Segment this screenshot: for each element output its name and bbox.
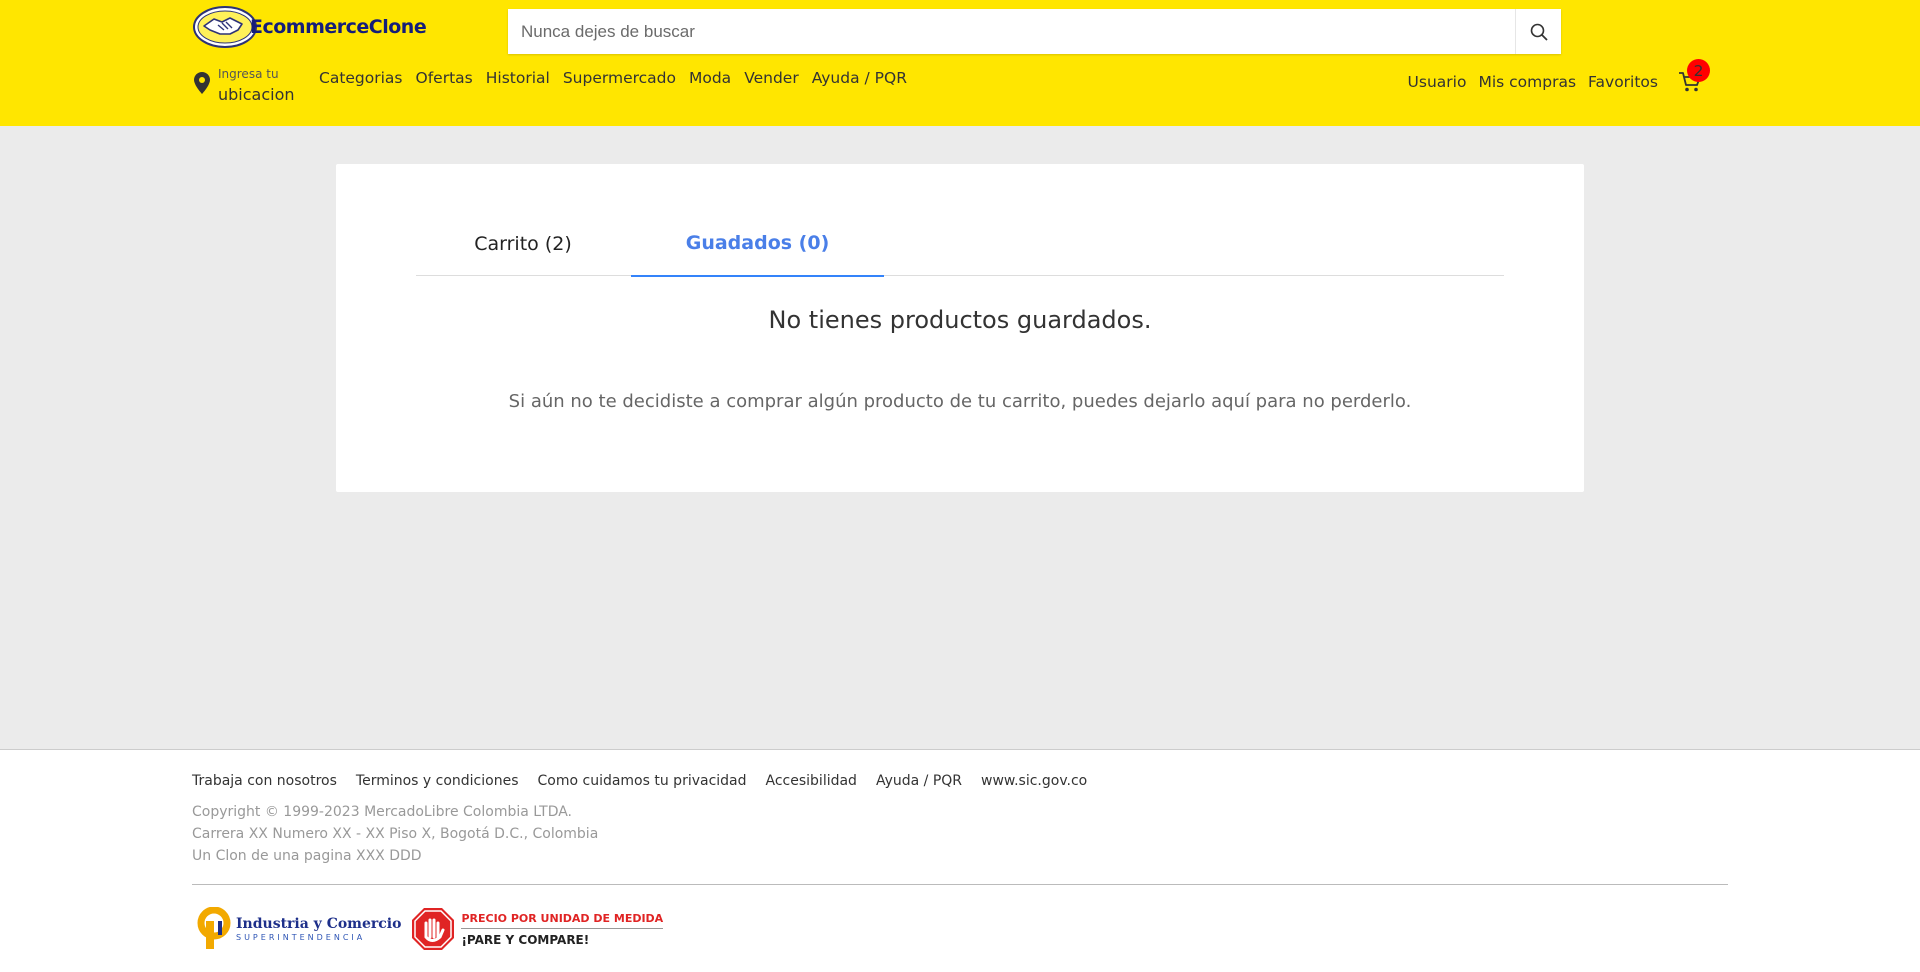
footer-copyright: Copyright © 1999-2023 MercadoLibre Colom… bbox=[192, 804, 573, 820]
nav-vender[interactable]: Vender bbox=[744, 69, 799, 87]
ppum-subtitle: ¡PARE Y COMPARE! bbox=[461, 932, 590, 947]
precio-unidad-badge[interactable]: PRECIO POR UNIDAD DE MEDIDA ¡PARE Y COMP… bbox=[411, 907, 664, 951]
footer-link-ayuda[interactable]: Ayuda / PQR bbox=[876, 773, 962, 789]
brand-logo[interactable]: EcommerceClone bbox=[192, 4, 427, 50]
search-button[interactable] bbox=[1515, 9, 1561, 54]
empty-state-title: No tienes productos guardados. bbox=[768, 306, 1152, 334]
footer-divider bbox=[192, 884, 1728, 885]
footer-link-privacidad[interactable]: Como cuidamos tu privacidad bbox=[538, 773, 747, 789]
stop-hand-icon bbox=[412, 908, 455, 950]
location-pin-icon bbox=[194, 72, 210, 94]
location-label-small: Ingresa tu bbox=[218, 67, 279, 81]
footer-badges: Industria y Comercio SUPERINTENDENCIA PR… bbox=[196, 907, 664, 951]
tab-carrito[interactable]: Carrito (2) bbox=[416, 211, 630, 276]
nav-ofertas[interactable]: Ofertas bbox=[416, 69, 473, 87]
footer-info: Copyright © 1999-2023 MercadoLibre Colom… bbox=[192, 801, 598, 867]
tab-guardados[interactable]: Guadados (0) bbox=[631, 211, 884, 277]
footer-link-sic[interactable]: www.sic.gov.co bbox=[981, 773, 1087, 789]
footer-link-accesibilidad[interactable]: Accesibilidad bbox=[766, 773, 857, 789]
page-footer: Trabaja con nosotros Terminos y condicio… bbox=[0, 749, 1920, 972]
sic-badge[interactable]: Industria y Comercio SUPERINTENDENCIA bbox=[196, 907, 401, 951]
nav-categorias[interactable]: Categorias bbox=[319, 69, 403, 87]
nav-favoritos[interactable]: Favoritos bbox=[1588, 73, 1658, 91]
nav-moda[interactable]: Moda bbox=[689, 69, 731, 87]
top-header: EcommerceClone Ingresa tu ubicacion Cate… bbox=[0, 0, 1920, 126]
search-icon bbox=[1530, 23, 1548, 41]
sic-title: Industria y Comercio bbox=[236, 915, 402, 932]
nav-ayuda[interactable]: Ayuda / PQR bbox=[812, 69, 907, 87]
search-bar bbox=[508, 9, 1561, 54]
location-label: ubicacion bbox=[218, 85, 295, 104]
cart-count-badge: 2 bbox=[1687, 59, 1710, 82]
footer-address: Carrera XX Numero XX - XX Piso X, Bogotá… bbox=[192, 826, 599, 842]
footer-links: Trabaja con nosotros Terminos y condicio… bbox=[192, 773, 1087, 789]
user-nav: Usuario Mis compras Favoritos 2 bbox=[1408, 59, 1710, 95]
nav-historial[interactable]: Historial bbox=[486, 69, 550, 87]
nav-usuario[interactable]: Usuario bbox=[1408, 73, 1467, 91]
footer-link-terminos[interactable]: Terminos y condiciones bbox=[356, 773, 519, 789]
main-nav: Categorias Ofertas Historial Supermercad… bbox=[319, 69, 907, 87]
empty-state-description: Si aún no te decidiste a comprar algún p… bbox=[508, 391, 1412, 412]
saved-products-card: Carrito (2) Guadados (0) No tienes produ… bbox=[336, 164, 1584, 492]
cart-tabs: Carrito (2) Guadados (0) bbox=[416, 211, 1504, 277]
ppum-title: PRECIO POR UNIDAD DE MEDIDA bbox=[461, 913, 664, 929]
nav-supermercado[interactable]: Supermercado bbox=[563, 69, 676, 87]
location-selector[interactable]: Ingresa tu ubicacion bbox=[194, 68, 295, 103]
footer-note: Un Clon de una pagina XXX DDD bbox=[192, 848, 422, 864]
nav-mis-compras[interactable]: Mis compras bbox=[1478, 73, 1576, 91]
cart-button[interactable]: 2 bbox=[1678, 59, 1710, 95]
handshake-icon bbox=[193, 6, 257, 48]
search-input[interactable] bbox=[508, 9, 1515, 54]
sic-logo-icon bbox=[197, 907, 231, 949]
brand-name: EcommerceClone bbox=[250, 16, 427, 38]
sic-subtitle: SUPERINTENDENCIA bbox=[236, 932, 366, 942]
footer-link-trabaja[interactable]: Trabaja con nosotros bbox=[192, 773, 337, 789]
